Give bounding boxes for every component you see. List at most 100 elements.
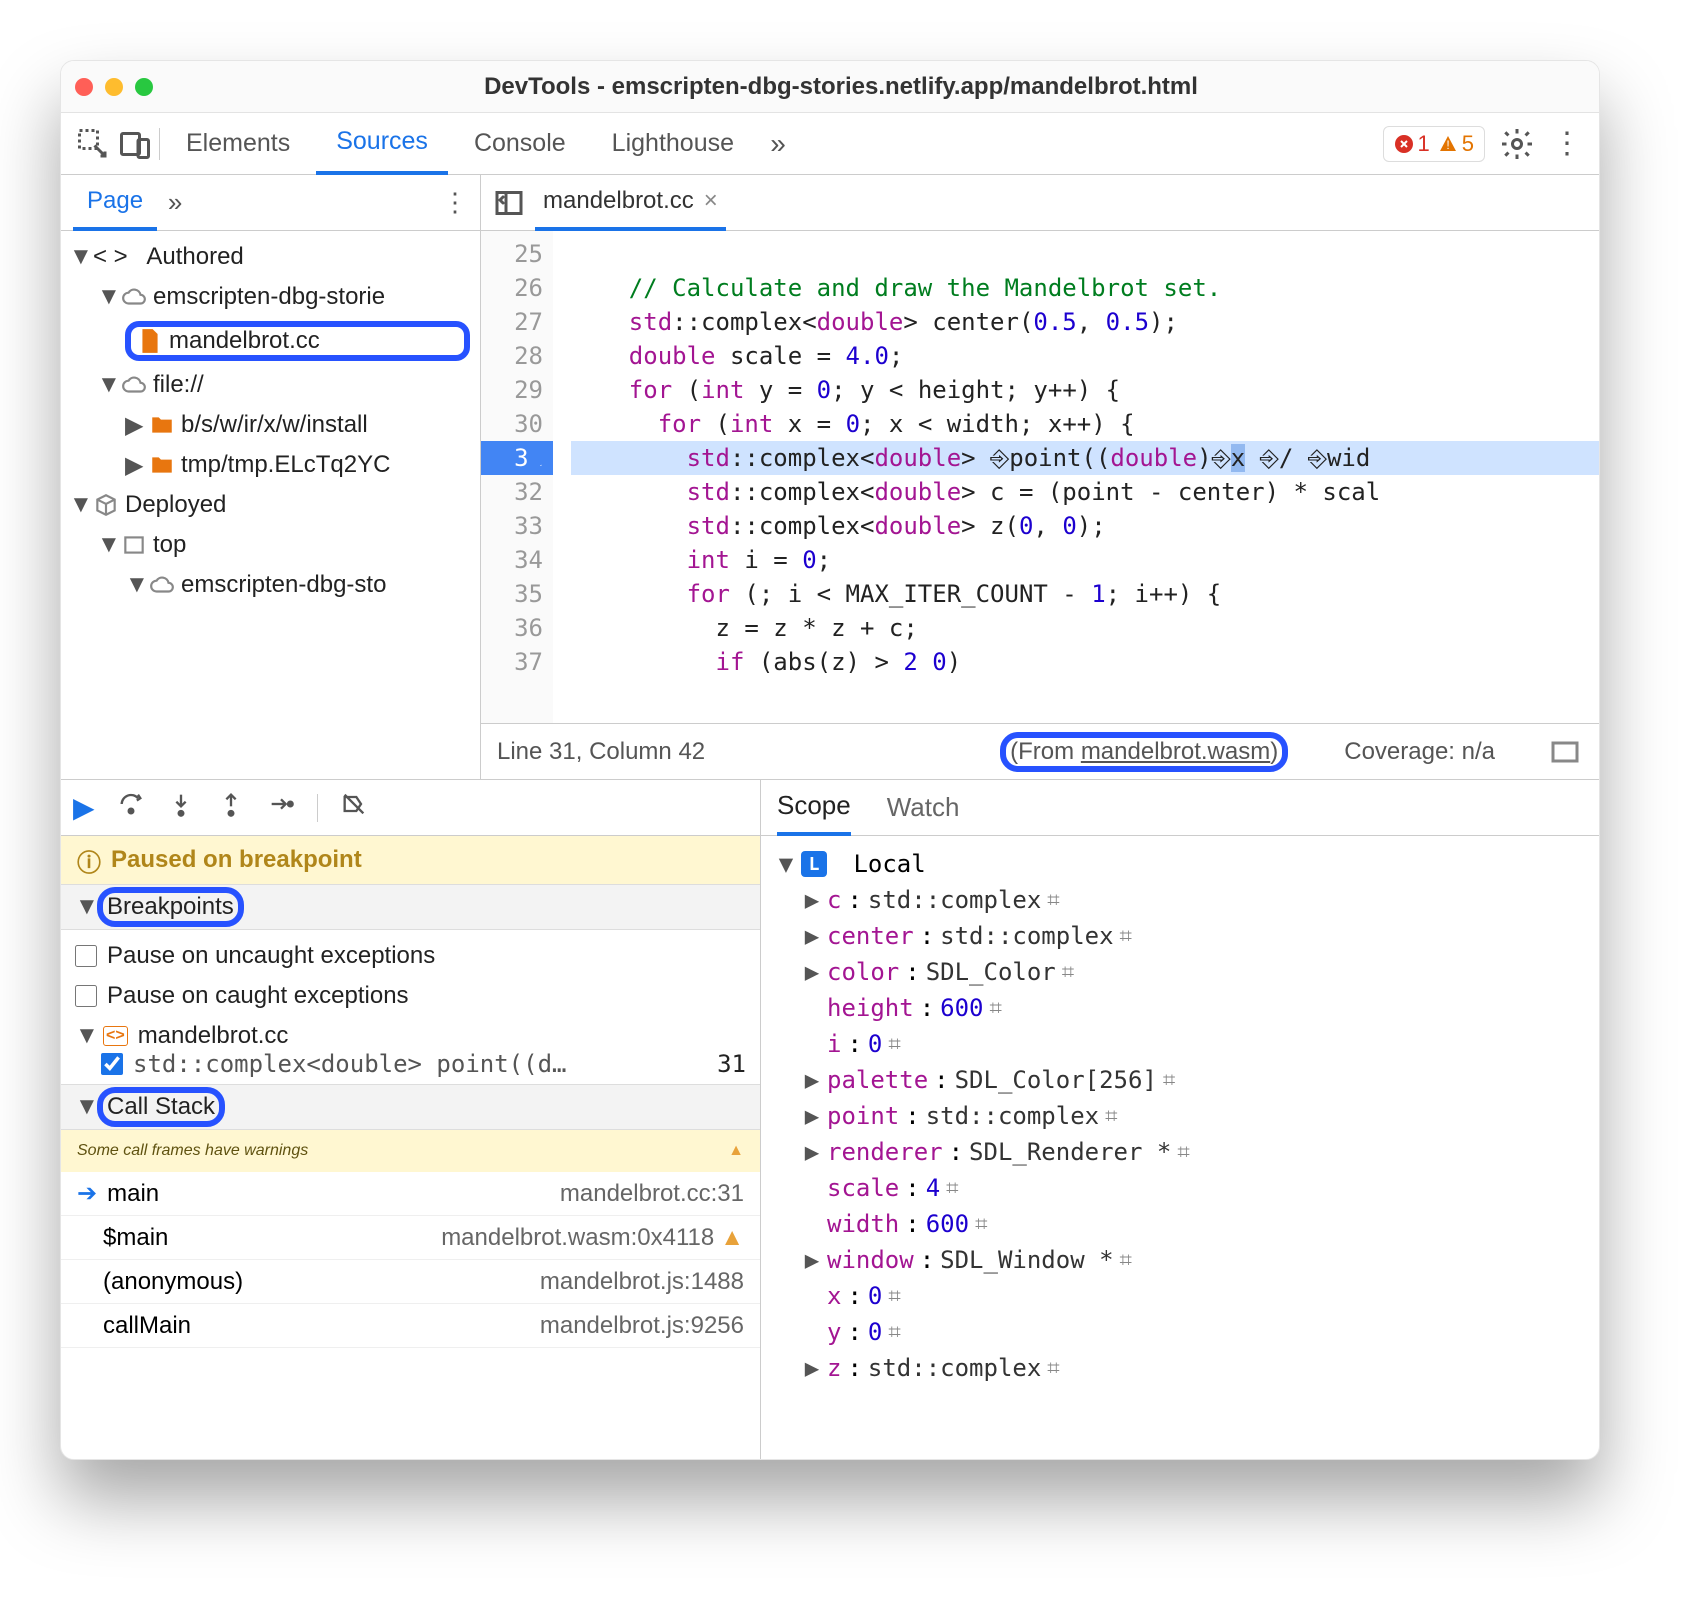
tab-lighthouse[interactable]: Lighthouse — [592, 113, 754, 175]
scope-variable[interactable]: ▶z: std::complex ⌗ — [777, 1350, 1583, 1386]
memory-icon[interactable]: ⌗ — [1120, 1248, 1132, 1273]
local-scope-badge: L — [801, 851, 827, 877]
coverage-info: Coverage: n/a — [1344, 738, 1495, 766]
memory-icon[interactable]: ⌗ — [1047, 888, 1059, 913]
frame-icon — [121, 532, 147, 558]
error-warning-badge[interactable]: 1 !5 — [1383, 126, 1486, 162]
titlebar: DevTools - emscripten-dbg-stories.netlif… — [61, 61, 1599, 113]
scope-tab[interactable]: Scope — [777, 780, 851, 836]
deactivate-breakpoints-icon[interactable] — [340, 790, 368, 825]
breakpoints-section-header[interactable]: ▼ Breakpoints — [61, 884, 760, 930]
scope-variable[interactable]: width: 600 ⌗ — [777, 1206, 1583, 1242]
scope-variable[interactable]: ▶color: SDL_Color ⌗ — [777, 954, 1583, 990]
tab-elements[interactable]: Elements — [166, 113, 310, 175]
file-icon — [137, 328, 163, 354]
resume-icon[interactable]: ▶ — [73, 791, 95, 824]
tree-folder1[interactable]: b/s/w/ir/x/w/install — [181, 411, 368, 439]
tree-top[interactable]: top — [153, 531, 186, 559]
tree-domain[interactable]: emscripten-dbg-storie — [153, 283, 385, 311]
navigator-kebab-icon[interactable]: ⋮ — [442, 187, 468, 218]
editor-status-bar: Line 31, Column 42 (From mandelbrot.wasm… — [481, 723, 1599, 779]
pause-caught-checkbox[interactable] — [75, 985, 97, 1007]
cursor-position: Line 31, Column 42 — [497, 738, 705, 766]
callstack-section-header[interactable]: ▼ Call Stack — [61, 1084, 760, 1130]
tree-authored[interactable]: Authored — [146, 243, 243, 271]
scope-local-label: Local — [853, 850, 925, 878]
callstack-frame[interactable]: callMainmandelbrot.js:9256 — [61, 1304, 760, 1348]
minimize-window-button[interactable] — [105, 78, 123, 96]
tree-folder2[interactable]: tmp/tmp.ELcTq2YC — [181, 451, 390, 479]
device-toolbar-icon[interactable] — [117, 126, 153, 162]
breakpoint-file-group[interactable]: ▼<>mandelbrot.cc — [75, 1022, 746, 1050]
memory-icon[interactable]: ⌗ — [1177, 1140, 1189, 1165]
memory-icon[interactable]: ⌗ — [888, 1284, 900, 1309]
scope-variable[interactable]: ▶window: SDL_Window * ⌗ — [777, 1242, 1583, 1278]
navigator-more-tabs-icon[interactable]: » — [157, 185, 193, 221]
code-editor[interactable]: 25262728293031323334353637 // Calculate … — [481, 231, 1599, 723]
scope-variable[interactable]: ▶center: std::complex ⌗ — [777, 918, 1583, 954]
navigator-tab-page[interactable]: Page — [73, 175, 157, 231]
tab-console[interactable]: Console — [454, 113, 586, 175]
close-tab-icon[interactable]: × — [704, 187, 718, 215]
scope-variable[interactable]: y: 0 ⌗ — [777, 1314, 1583, 1350]
scope-pane[interactable]: ▼L Local ▶c: std::complex ⌗▶center: std:… — [761, 836, 1599, 1459]
pause-uncaught-checkbox[interactable] — [75, 945, 97, 967]
memory-icon[interactable]: ⌗ — [975, 1212, 987, 1237]
folder-icon — [149, 452, 175, 478]
tree-domain2[interactable]: emscripten-dbg-sto — [181, 571, 386, 599]
step-over-icon[interactable] — [117, 790, 145, 825]
memory-icon[interactable]: ⌗ — [946, 1176, 958, 1201]
cloud-icon — [149, 572, 175, 598]
tab-sources[interactable]: Sources — [316, 113, 448, 175]
scope-variable[interactable]: scale: 4 ⌗ — [777, 1170, 1583, 1206]
memory-icon[interactable]: ⌗ — [1120, 924, 1132, 949]
inspect-element-icon[interactable] — [75, 126, 111, 162]
step-out-icon[interactable] — [217, 790, 245, 825]
tree-deployed[interactable]: Deployed — [125, 491, 226, 519]
breakpoint-enabled-checkbox[interactable] — [101, 1053, 123, 1075]
scope-variable[interactable]: ▶renderer: SDL_Renderer * ⌗ — [777, 1134, 1583, 1170]
settings-icon[interactable] — [1499, 126, 1535, 162]
maximize-window-button[interactable] — [135, 78, 153, 96]
callstack-frame[interactable]: (anonymous)mandelbrot.js:1488 — [61, 1260, 760, 1304]
scope-variable[interactable]: height: 600 ⌗ — [777, 990, 1583, 1026]
toggle-navigator-icon[interactable] — [491, 185, 527, 221]
memory-icon[interactable]: ⌗ — [1105, 1104, 1117, 1129]
scope-variable[interactable]: ▶c: std::complex ⌗ — [777, 882, 1583, 918]
more-tabs-icon[interactable]: » — [760, 126, 796, 162]
watch-tab[interactable]: Watch — [887, 792, 960, 823]
tree-file-mandelbrot[interactable]: mandelbrot.cc — [125, 321, 470, 361]
kebab-menu-icon[interactable]: ⋮ — [1549, 126, 1585, 162]
devtools-panel-tabs: Elements Sources Console Lighthouse » 1 … — [61, 113, 1599, 175]
folder-icon — [149, 412, 175, 438]
memory-icon[interactable]: ⌗ — [1047, 1356, 1059, 1381]
memory-icon[interactable]: ⌗ — [1163, 1068, 1175, 1093]
cloud-icon — [121, 372, 147, 398]
debugger-toolbar: ▶ — [61, 780, 760, 836]
pause-uncaught-label: Pause on uncaught exceptions — [107, 942, 435, 970]
close-window-button[interactable] — [75, 78, 93, 96]
tree-file-scheme[interactable]: file:// — [153, 371, 204, 399]
breakpoint-item[interactable]: std::complex<double> point((d…31 — [101, 1050, 746, 1078]
step-into-icon[interactable] — [167, 790, 195, 825]
scope-variable[interactable]: ▶point: std::complex ⌗ — [777, 1098, 1583, 1134]
editor-tab-mandelbrot[interactable]: mandelbrot.cc × — [535, 175, 726, 231]
scope-variable[interactable]: x: 0 ⌗ — [777, 1278, 1583, 1314]
step-icon[interactable] — [267, 790, 295, 825]
scope-variable[interactable]: i: 0 ⌗ — [777, 1026, 1583, 1062]
warning-count: 5 — [1462, 131, 1474, 157]
orange-file-icon: <> — [103, 1026, 128, 1046]
memory-icon[interactable]: ⌗ — [1062, 960, 1074, 985]
memory-icon[interactable]: ⌗ — [888, 1320, 900, 1345]
paused-banner: ⓘ Paused on breakpoint — [61, 836, 760, 884]
source-map-from[interactable]: (From mandelbrot.wasm) — [1004, 736, 1284, 768]
pretty-print-icon[interactable] — [1547, 734, 1583, 770]
warning-icon: ▲ — [728, 1142, 744, 1160]
memory-icon[interactable]: ⌗ — [990, 996, 1002, 1021]
info-icon: ⓘ — [77, 843, 101, 878]
file-navigator-tree[interactable]: ▼< > Authored ▼emscripten-dbg-storie man… — [61, 231, 480, 779]
memory-icon[interactable]: ⌗ — [888, 1032, 900, 1057]
callstack-frame[interactable]: $mainmandelbrot.wasm:0x4118▲ — [61, 1216, 760, 1260]
callstack-frame[interactable]: ➔mainmandelbrot.cc:31 — [61, 1172, 760, 1216]
scope-variable[interactable]: ▶palette: SDL_Color[256] ⌗ — [777, 1062, 1583, 1098]
